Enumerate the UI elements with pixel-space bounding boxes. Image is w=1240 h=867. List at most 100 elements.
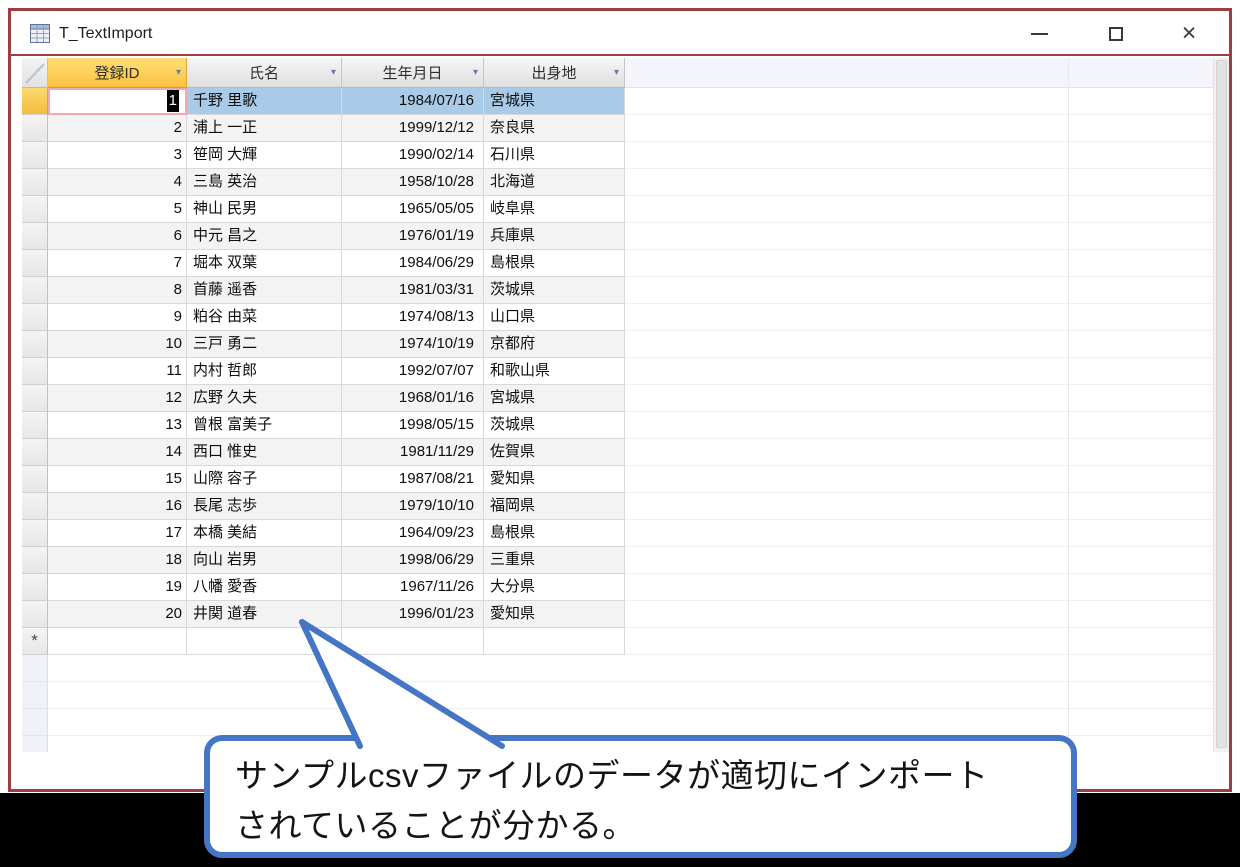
cell-name[interactable]: 神山 民男 bbox=[187, 196, 342, 223]
cell-birthdate[interactable]: 1992/07/07 bbox=[342, 358, 484, 385]
cell-birthdate[interactable]: 1965/05/05 bbox=[342, 196, 484, 223]
cell-name[interactable]: 広野 久夫 bbox=[187, 385, 342, 412]
cell-name[interactable]: 向山 岩男 bbox=[187, 547, 342, 574]
cell-id[interactable]: 16 bbox=[48, 493, 187, 520]
cell-name[interactable] bbox=[187, 628, 342, 655]
record-selector[interactable] bbox=[22, 169, 48, 196]
cell-id[interactable]: 4 bbox=[48, 169, 187, 196]
cell-birthdate[interactable]: 1998/05/15 bbox=[342, 412, 484, 439]
cell-id[interactable]: 13 bbox=[48, 412, 187, 439]
cell-birthplace[interactable]: 三重県 bbox=[484, 547, 625, 574]
cell-id[interactable]: 5 bbox=[48, 196, 187, 223]
cell-birthdate[interactable]: 1979/10/10 bbox=[342, 493, 484, 520]
record-selector[interactable] bbox=[22, 331, 48, 358]
cell-name[interactable]: 三戸 勇二 bbox=[187, 331, 342, 358]
cell-birthplace[interactable]: 岐阜県 bbox=[484, 196, 625, 223]
cell-birthdate[interactable]: 1974/10/19 bbox=[342, 331, 484, 358]
cell-birthplace[interactable]: 京都府 bbox=[484, 331, 625, 358]
cell-birthplace[interactable]: 茨城県 bbox=[484, 412, 625, 439]
record-selector[interactable] bbox=[22, 223, 48, 250]
record-selector[interactable] bbox=[22, 574, 48, 601]
cell-name[interactable]: 笹岡 大輝 bbox=[187, 142, 342, 169]
cell-name[interactable]: 中元 昌之 bbox=[187, 223, 342, 250]
record-selector[interactable] bbox=[22, 601, 48, 628]
cell-birthplace[interactable]: 奈良県 bbox=[484, 115, 625, 142]
cell-id[interactable]: 7 bbox=[48, 250, 187, 277]
record-selector[interactable] bbox=[22, 520, 48, 547]
cell-name[interactable]: 浦上 一正 bbox=[187, 115, 342, 142]
cell-name[interactable]: 首藤 遥香 bbox=[187, 277, 342, 304]
maximize-button[interactable] bbox=[1097, 11, 1135, 56]
cell-birthdate[interactable]: 1987/08/21 bbox=[342, 466, 484, 493]
cell-birthdate[interactable]: 1996/01/23 bbox=[342, 601, 484, 628]
column-header-id[interactable]: 登録ID ▾ bbox=[48, 58, 187, 88]
record-selector[interactable] bbox=[22, 385, 48, 412]
select-all-corner[interactable] bbox=[22, 58, 48, 88]
column-header-birthplace[interactable]: 出身地 ▾ bbox=[484, 58, 625, 88]
cell-name[interactable]: 千野 里歌 bbox=[187, 88, 342, 115]
column-dropdown-icon[interactable]: ▾ bbox=[176, 67, 181, 78]
cell-id[interactable]: 20 bbox=[48, 601, 187, 628]
cell-birthdate[interactable] bbox=[342, 628, 484, 655]
cell-birthplace[interactable]: 島根県 bbox=[484, 520, 625, 547]
cell-id[interactable]: 14 bbox=[48, 439, 187, 466]
record-selector[interactable] bbox=[22, 304, 48, 331]
column-dropdown-icon[interactable]: ▾ bbox=[614, 67, 619, 78]
cell-name[interactable]: 西口 惟史 bbox=[187, 439, 342, 466]
cell-birthdate[interactable]: 1967/11/26 bbox=[342, 574, 484, 601]
cell-name[interactable]: 曾根 富美子 bbox=[187, 412, 342, 439]
record-selector[interactable] bbox=[22, 88, 48, 115]
record-selector[interactable] bbox=[22, 493, 48, 520]
column-dropdown-icon[interactable]: ▾ bbox=[473, 67, 478, 78]
cell-name[interactable]: 粕谷 由菜 bbox=[187, 304, 342, 331]
column-dropdown-icon[interactable]: ▾ bbox=[331, 67, 336, 78]
record-selector[interactable] bbox=[22, 196, 48, 223]
cell-id[interactable]: 15 bbox=[48, 466, 187, 493]
cell-id[interactable]: 18 bbox=[48, 547, 187, 574]
close-button[interactable]: × bbox=[1170, 11, 1208, 56]
cell-name[interactable]: 井関 道春 bbox=[187, 601, 342, 628]
cell-birthplace[interactable]: 大分県 bbox=[484, 574, 625, 601]
cell-birthplace[interactable]: 佐賀県 bbox=[484, 439, 625, 466]
cell-birthplace[interactable]: 島根県 bbox=[484, 250, 625, 277]
record-selector[interactable] bbox=[22, 547, 48, 574]
record-selector[interactable] bbox=[22, 250, 48, 277]
cell-id[interactable]: 2 bbox=[48, 115, 187, 142]
record-selector[interactable] bbox=[22, 466, 48, 493]
cell-id[interactable]: 9 bbox=[48, 304, 187, 331]
cell-birthplace[interactable]: 山口県 bbox=[484, 304, 625, 331]
column-header-name[interactable]: 氏名 ▾ bbox=[187, 58, 342, 88]
cell-birthplace[interactable]: 愛知県 bbox=[484, 466, 625, 493]
cell-name[interactable]: 堀本 双葉 bbox=[187, 250, 342, 277]
cell-id[interactable]: 8 bbox=[48, 277, 187, 304]
cell-birthdate[interactable]: 1974/08/13 bbox=[342, 304, 484, 331]
cell-name[interactable]: 八幡 愛香 bbox=[187, 574, 342, 601]
record-selector[interactable] bbox=[22, 277, 48, 304]
cell-id[interactable]: 3 bbox=[48, 142, 187, 169]
cell-name[interactable]: 三島 英治 bbox=[187, 169, 342, 196]
cell-id[interactable]: 10 bbox=[48, 331, 187, 358]
cell-birthdate[interactable]: 1976/01/19 bbox=[342, 223, 484, 250]
vertical-scrollbar[interactable] bbox=[1213, 58, 1229, 752]
record-selector[interactable] bbox=[22, 358, 48, 385]
vertical-scrollbar-thumb[interactable] bbox=[1216, 60, 1227, 748]
cell-id[interactable]: 6 bbox=[48, 223, 187, 250]
cell-birthplace[interactable]: 茨城県 bbox=[484, 277, 625, 304]
cell-birthdate[interactable]: 1968/01/16 bbox=[342, 385, 484, 412]
cell-birthplace[interactable]: 兵庫県 bbox=[484, 223, 625, 250]
cell-name[interactable]: 長尾 志歩 bbox=[187, 493, 342, 520]
cell-birthdate[interactable]: 1990/02/14 bbox=[342, 142, 484, 169]
cell-birthdate[interactable]: 1998/06/29 bbox=[342, 547, 484, 574]
cell-birthdate[interactable]: 1981/11/29 bbox=[342, 439, 484, 466]
cell-birthplace[interactable]: 宮城県 bbox=[484, 385, 625, 412]
cell-birthdate[interactable]: 1981/03/31 bbox=[342, 277, 484, 304]
cell-id[interactable]: 1 bbox=[48, 88, 187, 115]
cell-birthplace[interactable]: 北海道 bbox=[484, 169, 625, 196]
cell-name[interactable]: 内村 哲郎 bbox=[187, 358, 342, 385]
cell-id[interactable]: 12 bbox=[48, 385, 187, 412]
record-selector[interactable] bbox=[22, 142, 48, 169]
cell-id[interactable] bbox=[48, 628, 187, 655]
cell-id[interactable]: 19 bbox=[48, 574, 187, 601]
record-selector[interactable] bbox=[22, 439, 48, 466]
cell-id[interactable]: 11 bbox=[48, 358, 187, 385]
